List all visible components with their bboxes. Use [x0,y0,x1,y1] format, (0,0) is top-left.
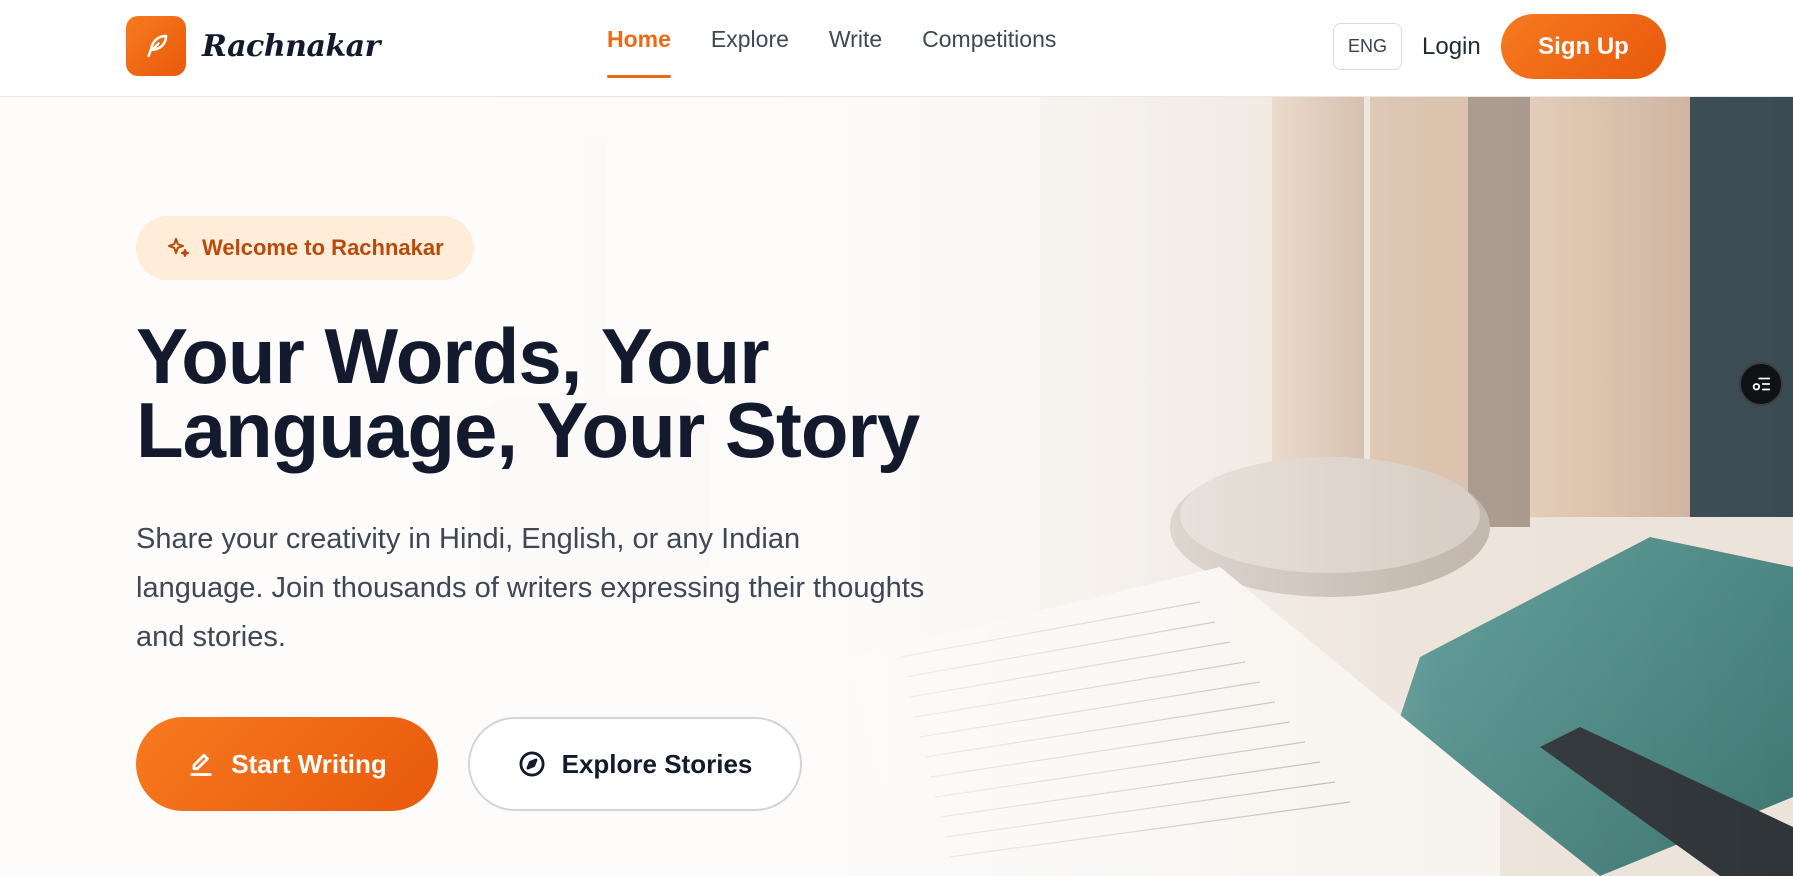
explore-stories-button[interactable]: Explore Stories [468,717,802,811]
sparkles-icon [168,238,189,257]
welcome-badge-label: Welcome to Rachnakar [202,235,444,260]
pencil-icon [190,753,212,776]
explore-stories-label: Explore Stories [561,748,753,779]
nav-competitions[interactable]: Competitions [922,26,1056,78]
brand[interactable]: Rachnakar [126,16,380,76]
feather-icon [126,16,186,76]
welcome-badge: Welcome to Rachnakar [136,216,474,280]
brand-name: Rachnakar [202,28,380,64]
compass-icon [519,751,545,777]
nav-home[interactable]: Home [607,26,671,78]
hero-title: Your Words, Your Language, Your Story [136,317,986,469]
hero-title-line-2: Language, Your Story [136,386,920,474]
start-writing-label: Start Writing [231,748,387,779]
top-navigation-bar: Rachnakar Home Explore Write Competition… [0,0,1793,97]
hero-section: Welcome to Rachnakar Your Words, Your La… [0,97,1793,876]
main-nav: Home Explore Write Competitions [607,26,1096,78]
hero-subtitle: Share your creativity in Hindi, English,… [136,523,925,653]
nav-write[interactable]: Write [829,26,882,78]
list-settings-icon[interactable] [1739,362,1783,406]
nav-explore[interactable]: Explore [711,26,789,78]
language-switcher-button[interactable]: ENG [1333,23,1402,70]
signup-button[interactable]: Sign Up [1501,14,1666,79]
login-link[interactable]: Login [1422,33,1481,61]
start-writing-button[interactable]: Start Writing [136,717,438,811]
